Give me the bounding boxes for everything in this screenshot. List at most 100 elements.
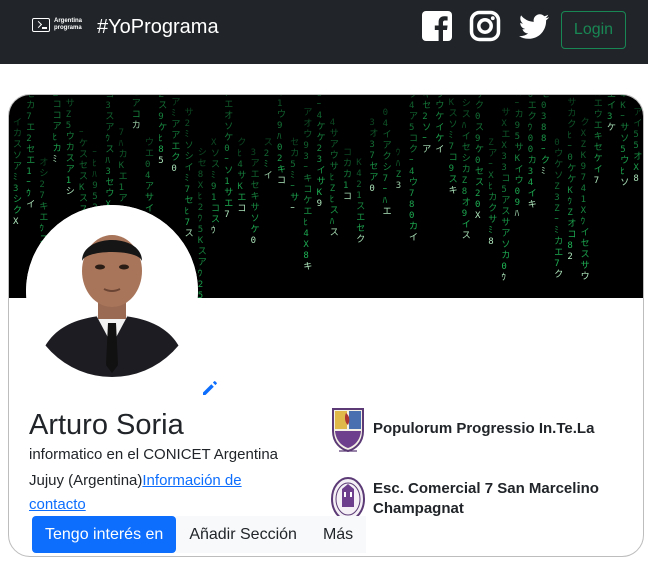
matrix-glyph: サ (620, 122, 629, 133)
matrix-glyph: 4 (237, 160, 242, 170)
matrix-glyph: 3 (607, 112, 612, 122)
login-button[interactable]: Login (561, 11, 626, 49)
matrix-glyph: 7 (224, 210, 229, 220)
matrix-glyph: 1 (581, 195, 586, 205)
matrix-glyph: ス (264, 138, 273, 148)
matrix-glyph: 3 (528, 167, 533, 177)
interest-button[interactable]: Tengo interés en (32, 516, 177, 553)
matrix-glyph: サ (488, 214, 497, 225)
education-item[interactable]: Populorum Progressio In.Te.La (331, 405, 613, 453)
matrix-glyph: 0 (145, 160, 150, 170)
matrix-glyph: ﾐ (488, 226, 493, 236)
matrix-glyph: 7 (554, 259, 559, 269)
matrix-glyph: X (501, 141, 507, 151)
matrix-glyph: 4 (66, 95, 71, 98)
matrix-glyph: ソ (224, 122, 233, 132)
matrix-glyph: ﾋ (198, 191, 203, 202)
matrix-glyph: ﾐ (53, 155, 58, 165)
matrix-glyph: ク (356, 234, 365, 245)
profile-name: Arturo Soria (29, 409, 184, 441)
matrix-glyph: ク (567, 119, 576, 130)
matrix-glyph: 7 (409, 189, 414, 199)
matrix-glyph: オ (567, 218, 576, 229)
matrix-glyph: ﾊ (277, 132, 282, 142)
matrix-glyph: カ (343, 169, 352, 180)
matrix-glyph: ク (528, 111, 537, 122)
matrix-glyph: 7 (449, 142, 454, 152)
matrix-glyph: ｳ (567, 196, 572, 207)
add-section-button[interactable]: Añadir Sección (176, 516, 310, 553)
matrix-glyph: 2 (422, 112, 427, 122)
matrix-glyph: ア (105, 123, 114, 133)
matrix-glyph: ア (66, 165, 75, 175)
matrix-glyph: 5 (290, 160, 295, 170)
matrix-glyph: イ (515, 165, 524, 175)
matrix-glyph: 0 (475, 200, 480, 210)
matrix-glyph: ｰ (224, 155, 229, 165)
matrix-glyph: 0 (528, 145, 533, 155)
instagram-icon[interactable] (469, 10, 501, 42)
navbar: Argentina programa #YoPrograma Login (0, 0, 648, 64)
facebook-icon[interactable] (421, 10, 453, 42)
site-title[interactable]: #YoPrograma (97, 14, 219, 40)
matrix-glyph: ウ (330, 150, 339, 161)
more-button[interactable]: Más (309, 516, 367, 553)
matrix-glyph: ｰ (79, 128, 84, 138)
matrix-glyph: カ (119, 149, 128, 160)
matrix-glyph: サ (66, 98, 75, 109)
matrix-glyph: ケ (475, 144, 484, 155)
matrix-glyph: セ (356, 223, 365, 234)
edit-pencil-icon[interactable] (200, 378, 220, 398)
profile-avatar[interactable] (26, 205, 198, 377)
matrix-glyph: 5 (515, 132, 520, 142)
matrix-glyph: ﾐ (185, 130, 190, 140)
matrix-glyph: ｳ (501, 272, 506, 283)
terminal-icon (32, 18, 50, 32)
matrix-glyph: 1 (356, 191, 361, 201)
matrix-glyph: カ (594, 95, 603, 98)
matrix-glyph: 4 (356, 169, 361, 179)
matrix-glyph: ス (449, 175, 458, 185)
matrix-glyph: 1 (26, 167, 31, 177)
matrix-glyph: Z (158, 95, 164, 100)
matrix-glyph: 9 (581, 162, 586, 172)
matrix-glyph: 0 (554, 138, 559, 148)
matrix-glyph: キ (594, 132, 603, 142)
matrix-glyph: ｳ (396, 147, 401, 158)
matrix-glyph: 0 (409, 211, 414, 221)
matrix-glyph: オ (633, 151, 642, 162)
matrix-glyph: エ (251, 170, 260, 180)
matrix-glyph: シ (66, 187, 75, 197)
matrix-glyph: ア (330, 140, 339, 150)
matrix-glyph: ケ (303, 195, 312, 206)
matrix-glyph: 0 (515, 187, 520, 197)
matrix-glyph: ｰ (317, 100, 322, 110)
matrix-glyph: エ (224, 199, 233, 209)
matrix-glyph: イ (594, 165, 603, 175)
argentina-programa-logo[interactable]: Argentina programa (32, 18, 82, 32)
matrix-glyph: オ (369, 128, 378, 139)
matrix-glyph: X (501, 119, 507, 129)
matrix-glyph: ウ (409, 177, 418, 188)
matrix-glyph: 0 (224, 144, 229, 154)
education-item[interactable]: Esc. Comercial 7 San Marcelino Champagna… (331, 475, 613, 523)
matrix-glyph: エ (119, 172, 128, 182)
matrix-glyph: エ (607, 95, 616, 100)
matrix-glyph: ケ (594, 153, 603, 164)
matrix-glyph: 7 (119, 128, 124, 138)
matrix-glyph: コ (567, 230, 576, 240)
profile-actions: Tengo interés en Añadir Sección Más (32, 516, 367, 553)
twitter-icon[interactable] (518, 10, 550, 42)
matrix-glyph: サ (567, 97, 576, 108)
matrix-glyph: ク (13, 205, 22, 216)
matrix-glyph: サ (145, 192, 154, 203)
matrix-glyph: セ (290, 137, 299, 148)
matrix-glyph: K (198, 236, 204, 246)
matrix-glyph: カ (515, 109, 524, 120)
matrix-glyph: ケ (79, 138, 88, 149)
matrix-glyph: ケ (251, 224, 260, 235)
matrix-glyph: イ (462, 132, 471, 142)
matrix-glyph: 5 (633, 130, 638, 140)
matrix-glyph: X (475, 211, 481, 221)
matrix-glyph: Z (554, 182, 560, 192)
